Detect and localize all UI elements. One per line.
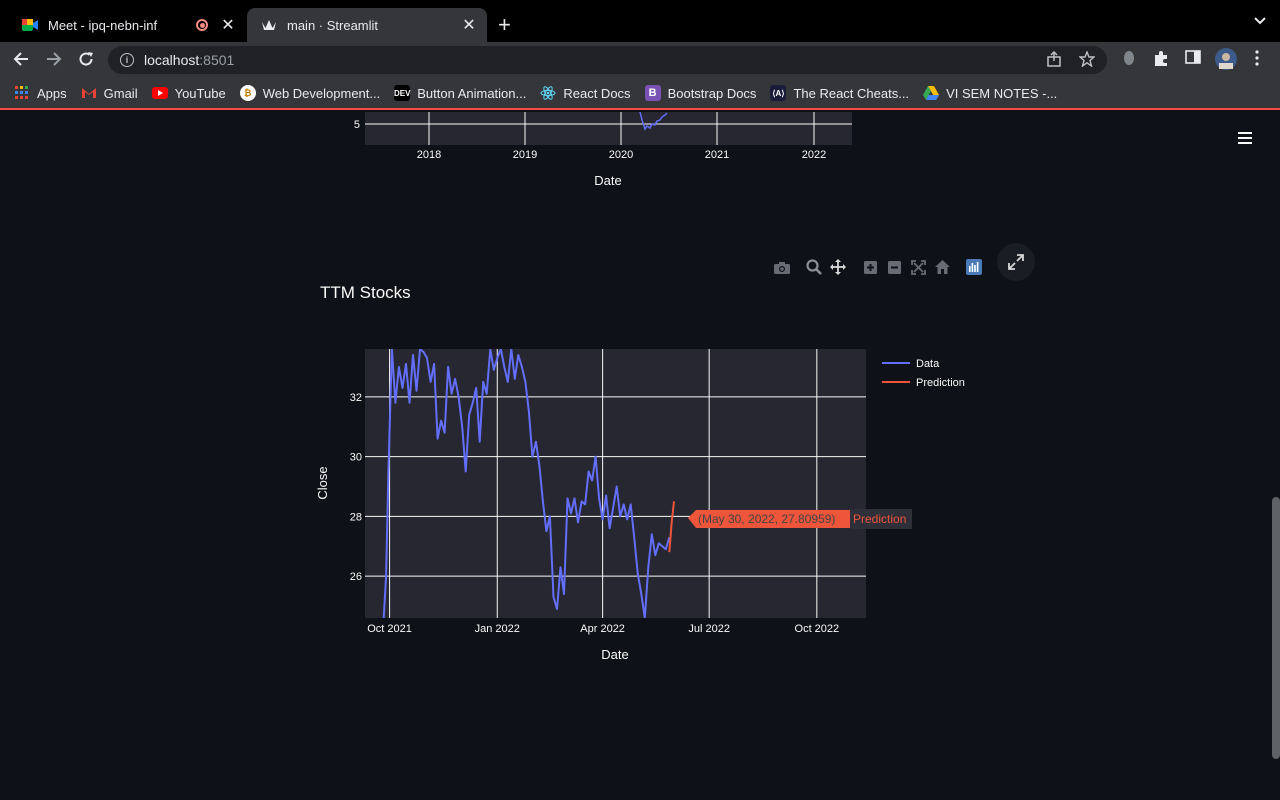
bookmark-react-cheatsheet[interactable]: ⟨A⟩ The React Cheats... (770, 85, 909, 101)
close-tab-icon[interactable]: ✕ (220, 15, 236, 35)
bookmarks-bar: Apps Gmail YouTube ₿ Web Development... … (0, 78, 1280, 110)
bookmark-star-icon[interactable] (1078, 50, 1096, 71)
extensions-puzzle-icon[interactable] (1153, 50, 1170, 67)
hover-series-name: Prediction (853, 512, 906, 526)
streamlit-crown-icon (261, 17, 277, 33)
reload-icon[interactable] (77, 50, 95, 73)
plot-area (365, 349, 866, 618)
address-bar[interactable]: i localhost:8501 (108, 46, 1107, 74)
dev-icon: DEV (394, 85, 410, 101)
bookmark-label: YouTube (174, 85, 226, 101)
x-axis-label: Date (601, 647, 628, 662)
chart-legend: Data Prediction (882, 358, 965, 389)
bookmark-bootstrap-docs[interactable]: B Bootstrap Docs (644, 85, 757, 101)
y-tick-label: 26 (350, 571, 362, 583)
bookmark-react-docs[interactable]: React Docs (540, 85, 631, 101)
bookmark-label: VI SEM NOTES -... (946, 85, 1058, 101)
tab-meet[interactable]: Meet - ipq-nebn-inf ✕ (8, 8, 246, 42)
bookmark-gmail[interactable]: Gmail (81, 85, 138, 101)
youtube-icon (151, 87, 168, 99)
google-meet-icon (22, 17, 38, 33)
hover-tooltip: (May 30, 2022, 27.80959) Prediction (688, 509, 912, 529)
tab-title: main · Streamlit (287, 17, 379, 33)
bookmark-label: Web Development... (262, 85, 381, 101)
bookmark-label: Bootstrap Docs (667, 85, 757, 101)
url-text: localhost:8501 (144, 52, 235, 68)
main-chart: 32 30 28 26 Oct 2021 Jan 2022 Apr 2022 Jul 202… (315, 349, 965, 662)
legend-item-data[interactable]: Data (882, 358, 940, 370)
tab-streamlit[interactable]: main · Streamlit ✕ (247, 8, 487, 42)
x-tick-label: Apr 2022 (580, 623, 625, 635)
bookmark-label: Apps (37, 85, 67, 101)
legend-item-prediction[interactable]: Prediction (882, 377, 965, 389)
y-tick-label: 28 (350, 511, 362, 523)
x-tick-label: Jul 2022 (688, 623, 730, 635)
apps-grid-icon (14, 85, 30, 101)
recording-icon (196, 19, 208, 31)
bookmark-label: React Docs (563, 85, 631, 101)
extension-icon[interactable] (1122, 50, 1136, 66)
bookmark-button-animation[interactable]: DEV Button Animation... (394, 85, 526, 101)
site-info-icon[interactable]: i (120, 53, 134, 67)
hover-label-text: (May 30, 2022, 27.80959) (698, 512, 835, 526)
bookmark-vi-sem-notes[interactable]: VI SEM NOTES -... (923, 85, 1057, 101)
browser-toolbar: i localhost:8501 (0, 42, 1280, 78)
side-panel-icon[interactable] (1185, 50, 1201, 64)
x-tick-label: Oct 2021 (367, 623, 412, 635)
legend-data-label: Data (916, 358, 940, 370)
x-tick-label: Oct 2022 (795, 623, 840, 635)
forward-arrow-icon[interactable] (45, 50, 63, 73)
gmail-icon (81, 85, 97, 101)
profile-avatar[interactable] (1215, 48, 1237, 70)
legend-prediction-label: Prediction (916, 377, 965, 389)
google-drive-icon (923, 85, 940, 101)
bookmark-apps[interactable]: Apps (14, 85, 67, 101)
bootstrap-icon: B (644, 85, 661, 101)
y-tick-label: 30 (350, 452, 362, 464)
react-icon (540, 85, 556, 101)
x-tick-label: Jan 2022 (475, 623, 520, 635)
tab-title: Meet - ipq-nebn-inf (48, 17, 158, 33)
close-tab-icon[interactable]: ✕ (461, 15, 477, 35)
y-axis-label: Close (315, 466, 330, 499)
new-tab-button[interactable]: + (498, 12, 511, 38)
y-tick-label: 32 (350, 392, 362, 404)
browser-menu-icon[interactable] (1255, 50, 1259, 66)
back-arrow-icon[interactable] (12, 50, 30, 73)
bookmark-label: Gmail (103, 85, 138, 101)
bookmark-web-development[interactable]: ₿ Web Development... (239, 85, 381, 101)
react-cheatsheet-icon: ⟨A⟩ (770, 85, 787, 101)
streamlit-app: 5 2018 2019 2020 2021 2022 Date TTM Stocks (0, 112, 1280, 800)
tab-search-chevron-icon[interactable] (1254, 14, 1266, 28)
bookmark-youtube[interactable]: YouTube (151, 85, 226, 101)
browser-tab-strip: Meet - ipq-nebn-inf ✕ main · Streamlit ✕… (0, 0, 1280, 42)
web-dev-icon: ₿ (239, 85, 256, 101)
bookmark-label: Button Animation... (417, 85, 527, 101)
share-icon[interactable] (1047, 50, 1061, 71)
bookmark-label: The React Cheats... (793, 85, 910, 101)
